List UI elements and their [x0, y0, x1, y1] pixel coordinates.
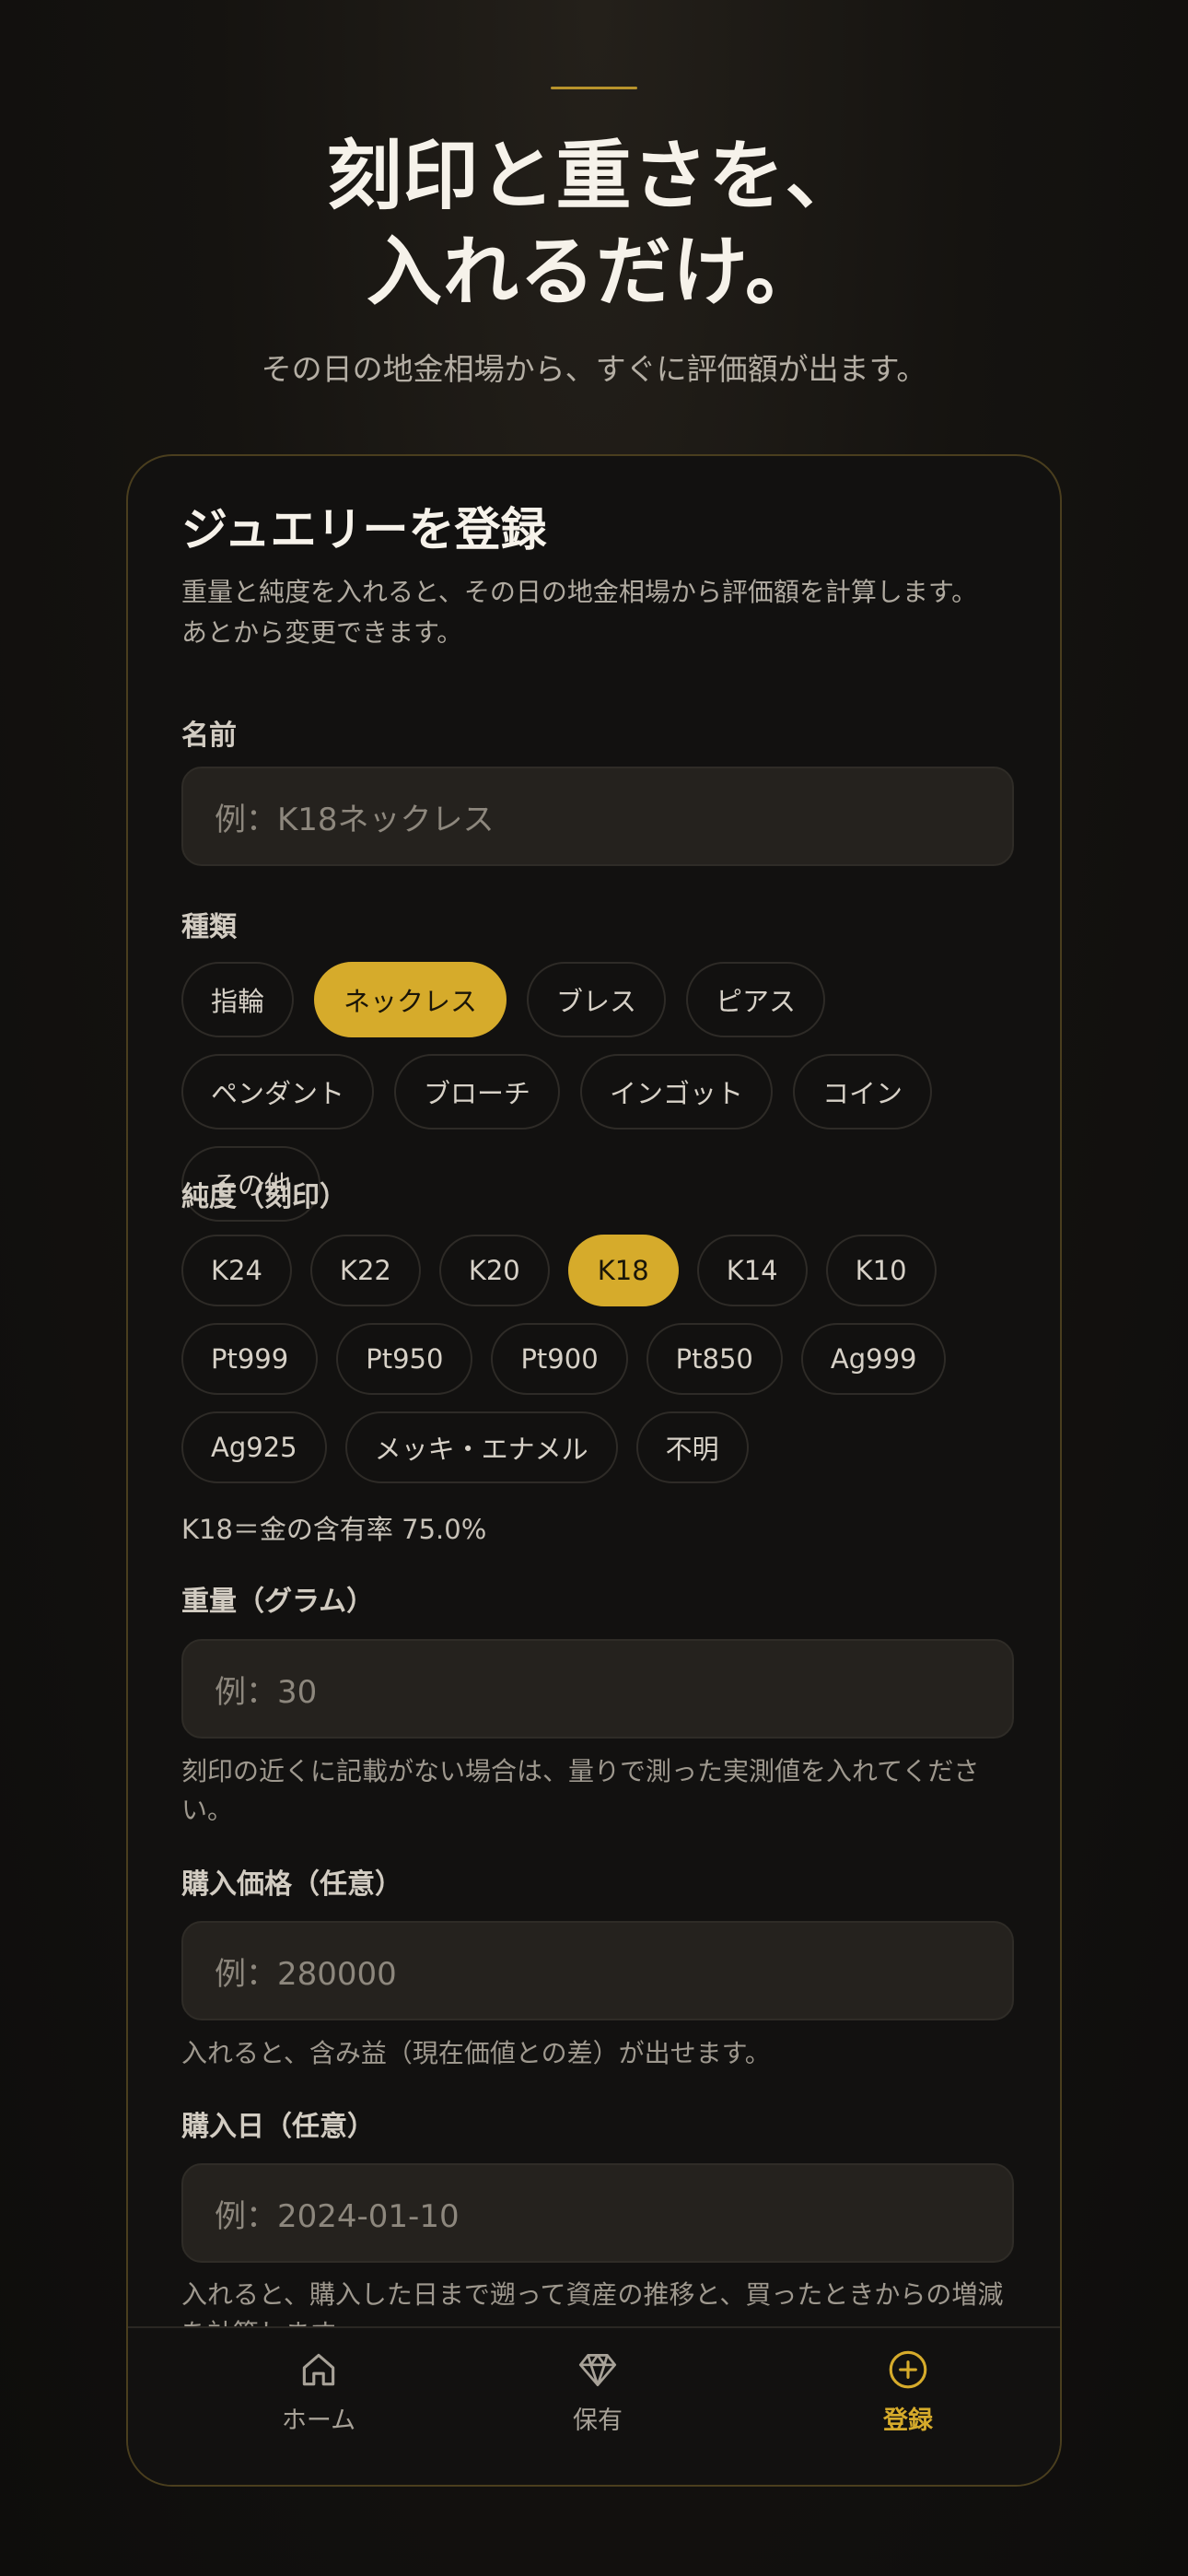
- home-icon: [302, 2353, 335, 2386]
- type-chip-brooch[interactable]: ブローチ: [394, 1054, 561, 1130]
- type-chip-pendant[interactable]: ペンダント: [181, 1054, 375, 1130]
- form-description-line2: あとから変更できます。: [181, 617, 463, 648]
- purity-chip-pt850[interactable]: Pt850: [646, 1323, 783, 1395]
- form-description: 重量と純度を入れると、その日の地金相場から評価額を計算します。 あとから変更でき…: [181, 572, 1014, 653]
- name-label: 名前: [181, 720, 237, 752]
- purity-chip-k20[interactable]: K20: [438, 1235, 550, 1306]
- nav-holdings[interactable]: 保有: [506, 2347, 690, 2436]
- weight-help: 刻印の近くに記載がない場合は、量りで測った実測値を入れてください。: [181, 1756, 980, 1825]
- hero-title: 刻印と重さを、 入れるだけ。: [0, 129, 1188, 321]
- nav-home[interactable]: ホーム: [227, 2347, 411, 2436]
- form-description-line1: 重量と純度を入れると、その日の地金相場から評価額を計算します。: [181, 577, 978, 607]
- type-chip-pierce[interactable]: ピアス: [686, 962, 826, 1037]
- weight-placeholder: 例：30: [215, 1673, 318, 1711]
- purity-chip-pt950[interactable]: Pt950: [336, 1323, 473, 1395]
- type-label: 種類: [181, 911, 237, 943]
- type-chip-bracelet[interactable]: ブレス: [527, 962, 667, 1037]
- purity-chip-ag999[interactable]: Ag999: [800, 1323, 947, 1395]
- name-placeholder: 例：K18ネックレス: [215, 801, 495, 838]
- price-input[interactable]: 例：280000: [181, 1921, 1014, 2020]
- price-label: 購入価格（任意）: [181, 1868, 402, 1901]
- purity-chip-group: K24 K22 K20 K18 K14 K10 Pt999 Pt950 Pt90…: [181, 1235, 1014, 1483]
- purity-chip-unknown[interactable]: 不明: [635, 1411, 749, 1483]
- purity-chip-plated[interactable]: メッキ・エナメル: [344, 1411, 618, 1483]
- purity-note: K18＝金の含有率 75.0%: [181, 1514, 487, 1545]
- weight-input[interactable]: 例：30: [181, 1639, 1014, 1739]
- nav-home-label: ホーム: [281, 2406, 356, 2435]
- purity-label: 純度（刻印）: [181, 1181, 347, 1213]
- form-title: ジュエリーを登録: [181, 503, 547, 556]
- price-placeholder: 例：280000: [215, 1955, 397, 1993]
- purity-chip-pt999[interactable]: Pt999: [181, 1323, 319, 1395]
- purity-chip-k18[interactable]: K18: [567, 1235, 679, 1306]
- bottom-nav: ホーム 保有 登録: [128, 2326, 1060, 2485]
- type-chip-necklace[interactable]: ネックレス: [314, 962, 507, 1037]
- weight-label: 重量（グラム）: [181, 1586, 375, 1618]
- gem-icon: [578, 2354, 617, 2387]
- hero-title-line1: 刻印と重さを、: [326, 133, 862, 220]
- register-card: ジュエリーを登録 重量と純度を入れると、その日の地金相場から評価額を計算します。…: [126, 454, 1062, 2487]
- plus-circle-icon: [889, 2350, 927, 2389]
- hero-accent-line: [551, 87, 637, 89]
- purity-chip-ag925[interactable]: Ag925: [181, 1411, 327, 1483]
- hero-subtitle: その日の地金相場から、すぐに評価額が出ます。: [261, 351, 927, 387]
- purity-chip-k14[interactable]: K14: [696, 1235, 808, 1306]
- date-placeholder: 例：2024-01-10: [215, 2197, 460, 2235]
- nav-register-label: 登録: [883, 2406, 933, 2435]
- purity-chip-k24[interactable]: K24: [181, 1235, 292, 1306]
- price-help: 入れると、含み益（現在価値との差）が出せます。: [181, 2038, 771, 2068]
- type-chip-ring[interactable]: 指輪: [181, 962, 295, 1037]
- type-chip-ingot[interactable]: インゴット: [580, 1054, 774, 1130]
- purity-chip-k10[interactable]: K10: [825, 1235, 937, 1306]
- type-chip-coin[interactable]: コイン: [793, 1054, 933, 1130]
- date-input[interactable]: 例：2024-01-10: [181, 2163, 1014, 2263]
- hero-title-line2: 入れるだけ。: [367, 228, 821, 316]
- purity-chip-pt900[interactable]: Pt900: [491, 1323, 628, 1395]
- name-input[interactable]: 例：K18ネックレス: [181, 767, 1014, 866]
- purity-chip-k22[interactable]: K22: [309, 1235, 421, 1306]
- nav-holdings-label: 保有: [573, 2406, 623, 2435]
- date-label: 購入日（任意）: [181, 2111, 375, 2143]
- nav-register[interactable]: 登録: [816, 2347, 1000, 2436]
